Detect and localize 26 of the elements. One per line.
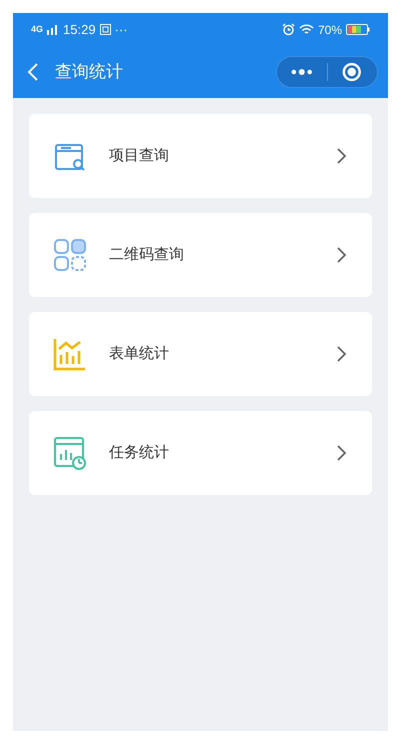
grid-icon bbox=[53, 238, 87, 272]
menu-label: 项目查询 bbox=[109, 146, 169, 166]
chevron-right-icon bbox=[337, 445, 346, 461]
menu-card[interactable]: 表单统计 bbox=[29, 312, 372, 396]
menu-label: 二维码查询 bbox=[109, 244, 184, 265]
notification-icon bbox=[100, 24, 111, 35]
menu-card[interactable]: 项目查询 bbox=[29, 114, 372, 198]
chevron-right-icon bbox=[337, 247, 346, 263]
chevron-right-icon bbox=[337, 148, 346, 164]
status-time: 15:29 bbox=[63, 20, 96, 39]
page-title: 查询统计 bbox=[55, 61, 123, 84]
battery-icon bbox=[346, 24, 370, 35]
report-chart-icon bbox=[53, 436, 87, 470]
menu-card[interactable]: 二维码查询 bbox=[29, 213, 372, 297]
menu-label: 表单统计 bbox=[109, 344, 169, 364]
alarm-icon bbox=[282, 23, 295, 36]
bar-chart-icon bbox=[53, 337, 87, 371]
menu-label: 任务统计 bbox=[109, 442, 169, 463]
battery-percent: 70% bbox=[318, 22, 342, 38]
signal-icon bbox=[47, 24, 60, 35]
network-indicator: 4G bbox=[31, 22, 44, 36]
chevron-right-icon bbox=[337, 346, 346, 362]
menu-card[interactable]: 任务统计 bbox=[29, 411, 372, 495]
wifi-icon bbox=[298, 24, 314, 36]
status-more: ··· bbox=[114, 20, 128, 39]
back-icon[interactable] bbox=[27, 63, 39, 81]
